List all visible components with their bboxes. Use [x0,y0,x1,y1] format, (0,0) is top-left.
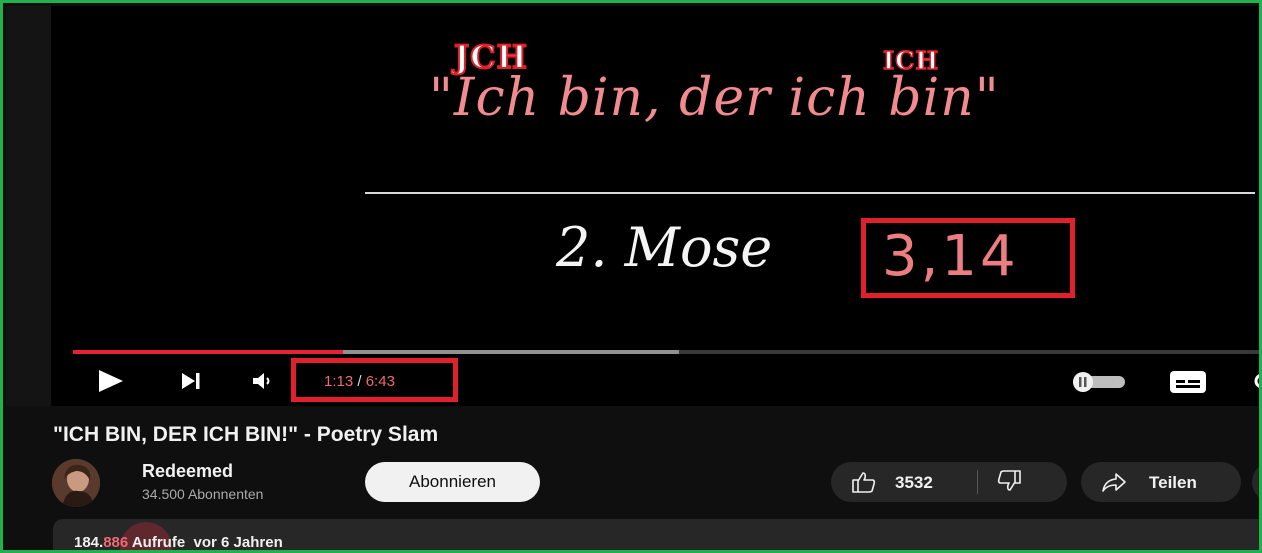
progress-played [73,350,343,354]
dislike-button[interactable] [978,462,1067,502]
reference-highlight-box: 3,14 [861,218,1075,298]
video-reference-book: 2. Mose [556,216,773,279]
play-icon[interactable] [99,370,123,392]
screenshot-frame: JCH ICH "Ich bin, der ich bin" 2. Mose 3… [0,0,1262,553]
video-title: "ICH BIN, DER ICH BIN!" - Poetry Slam [53,423,439,446]
video-player[interactable]: JCH ICH "Ich bin, der ich bin" 2. Mose 3… [51,6,1261,406]
video-reference-verse: 3,14 [882,224,1019,289]
next-icon[interactable] [179,369,203,393]
time-highlight-box: 1:13 / 6:43 [291,358,458,402]
subscribe-button[interactable]: Abonnieren [365,462,540,502]
share-button[interactable]: Teilen [1081,462,1241,502]
like-dislike-group: 3532 [831,462,1067,502]
views-prefix: 184. [74,534,104,551]
views-highlight: 886 [103,534,129,551]
channel-avatar[interactable] [52,459,100,507]
time-duration: 6:43 [365,373,395,390]
upload-age: vor 6 Jahren [193,534,283,551]
share-icon [1102,473,1126,492]
autoplay-toggle-icon[interactable] [1071,372,1127,392]
video-divider-line [365,192,1255,194]
progress-bar[interactable] [73,350,1259,354]
description-box[interactable]: 184.886 Aufrufe vor 6 Jahren [53,519,1259,551]
view-count-and-date: 184.886 Aufrufe vor 6 Jahren [74,534,283,551]
thumbs-up-icon [852,472,876,493]
video-quote-text: "Ich bin, der ich bin" [429,68,1000,128]
avatar-image [52,459,100,507]
like-button[interactable]: 3532 [831,462,976,502]
captions-icon[interactable] [1168,369,1208,395]
time-separator: / [353,373,366,390]
left-gutter [6,6,51,406]
time-current: 1:13 [324,373,354,390]
time-display: 1:13 / 6:43 [324,373,395,390]
share-label: Teilen [1149,473,1197,492]
channel-name[interactable]: Redeemed [142,461,233,482]
thumbs-down-icon [997,470,1021,491]
views-suffix: Aufrufe [128,534,186,551]
like-count: 3532 [895,473,933,492]
settings-icon[interactable] [1251,370,1261,392]
volume-icon[interactable] [251,369,277,393]
more-actions-button[interactable] [1252,462,1259,502]
subscriber-count: 34.500 Abonnenten [142,486,264,502]
